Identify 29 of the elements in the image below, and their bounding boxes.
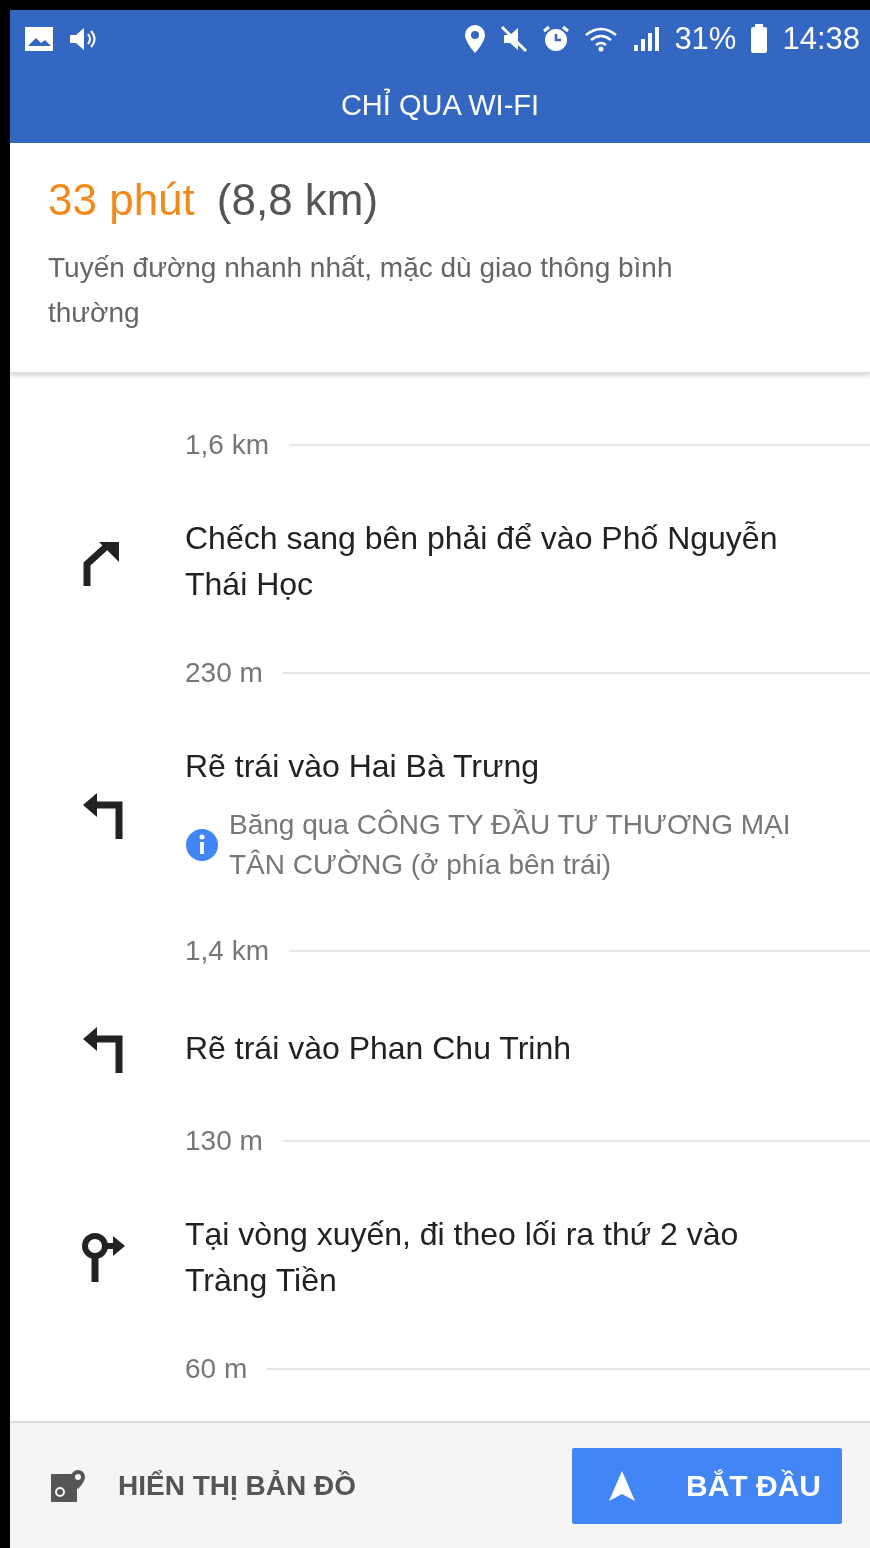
step-distance: 230 m bbox=[185, 657, 263, 689]
window-title: CHỈ QUA WI-FI bbox=[339, 87, 541, 123]
direction-text: Rẽ trái vào Phan Chu Trinh bbox=[185, 1029, 572, 1068]
start-button[interactable]: BẮT ĐẦU bbox=[572, 1447, 842, 1524]
map-icon bbox=[50, 1467, 86, 1504]
step-distance: 60 m bbox=[185, 1353, 248, 1385]
volume-icon bbox=[68, 26, 96, 52]
image-icon bbox=[24, 26, 54, 52]
direction-text: Tại vòng xuyến, đi theo lối ra thứ 2 vào Tràng Tiền bbox=[185, 1215, 740, 1300]
direction-text: Rẽ trái vào Hai Bà Trưng bbox=[185, 747, 540, 786]
mute-icon bbox=[500, 25, 529, 53]
route-description: Tuyến đường nhanh nhất, mặc dù giao thông bình thường bbox=[48, 251, 674, 330]
trip-duration: 33 phút bbox=[48, 175, 195, 225]
step-distance: 130 m bbox=[185, 1125, 263, 1157]
navigation-arrow-icon bbox=[608, 1469, 636, 1502]
clock: 14:38 bbox=[782, 21, 860, 57]
location-icon bbox=[464, 24, 487, 54]
step-distance: 1,4 km bbox=[185, 935, 270, 967]
info-icon bbox=[185, 828, 219, 862]
landmark-note: Băng qua CÔNG TY ĐẦU TƯ THƯƠNG MẠI TÂN CƯỜNG (ở phía bên trái) bbox=[229, 808, 792, 882]
alarm-icon bbox=[542, 25, 571, 53]
battery-percent: 31% bbox=[674, 21, 737, 57]
direction-text: Chếch sang bên phải để vào Phố Nguyễn Thái Học bbox=[185, 519, 779, 604]
signal-icon bbox=[632, 25, 661, 53]
show-map-button[interactable]: HIỂN THỊ BẢN ĐỒ bbox=[50, 1467, 356, 1504]
step-distance: 1,6 km bbox=[185, 429, 270, 461]
wifi-icon bbox=[584, 25, 619, 53]
trip-distance: (8,8 km) bbox=[216, 175, 379, 225]
battery-icon bbox=[750, 24, 769, 54]
